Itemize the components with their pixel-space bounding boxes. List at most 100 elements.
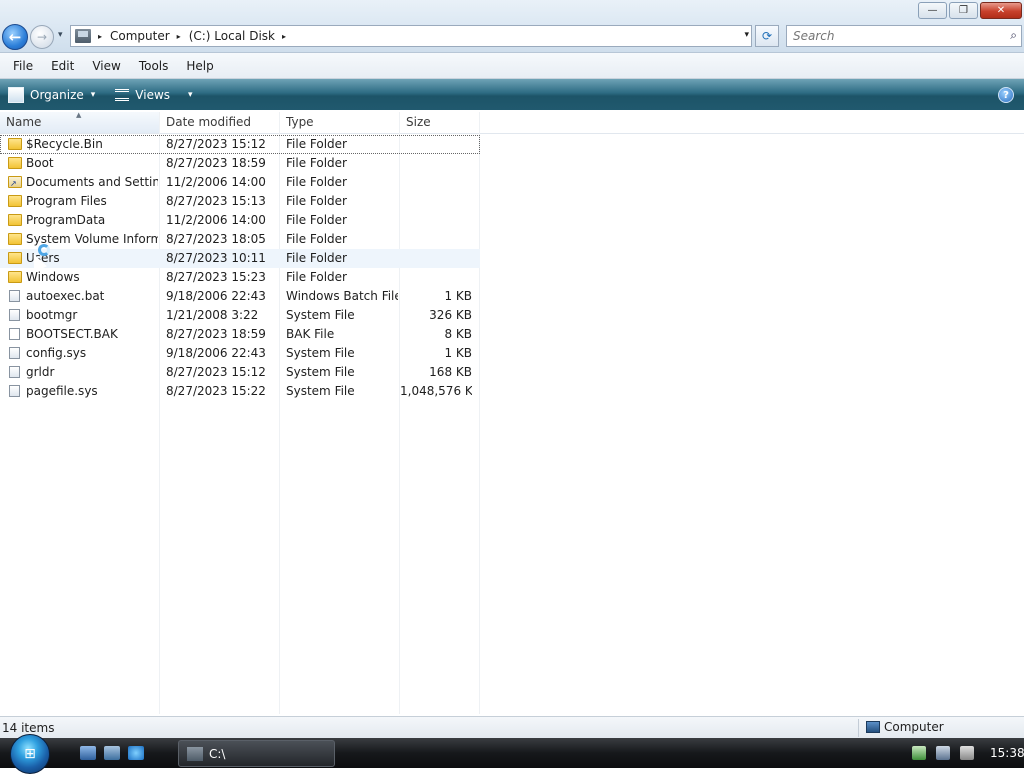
breadcrumb-local-disk[interactable]: (C:) Local Disk bbox=[189, 29, 275, 43]
file-row[interactable]: bootmgr 1/21/2008 3:22 System File 326 KB bbox=[0, 306, 480, 325]
command-bar: Organize ▾ Views ▾ ? bbox=[0, 79, 1024, 110]
system-file-icon bbox=[9, 347, 20, 359]
security-center-icon[interactable] bbox=[912, 746, 926, 760]
file-row[interactable]: Boot 8/27/2023 18:59 File Folder bbox=[0, 154, 480, 173]
file-type: File Folder bbox=[286, 137, 347, 151]
file-type: System File bbox=[286, 346, 355, 360]
search-input[interactable] bbox=[791, 26, 995, 46]
network-icon[interactable] bbox=[936, 746, 950, 760]
status-location: Computer bbox=[866, 720, 944, 734]
folder-shortcut-icon bbox=[8, 174, 22, 193]
menu-bar: File Edit View Tools Help bbox=[0, 53, 1024, 79]
file-size: 168 KB bbox=[429, 365, 472, 379]
file-date-modified: 8/27/2023 15:22 bbox=[166, 384, 266, 398]
chevron-down-icon: ▾ bbox=[90, 89, 96, 100]
file-row[interactable]: Program Files 8/27/2023 15:13 File Folder bbox=[0, 192, 480, 211]
column-header-name[interactable]: Name ▲ bbox=[0, 112, 159, 133]
address-dropdown-icon[interactable]: ▾ bbox=[744, 30, 749, 40]
search-icon[interactable]: ⌕ bbox=[1010, 28, 1017, 43]
folder-icon bbox=[8, 252, 22, 264]
file-type: System File bbox=[286, 384, 355, 398]
breadcrumb-separator[interactable]: ▸ bbox=[177, 32, 181, 41]
switch-windows-icon[interactable] bbox=[104, 746, 120, 760]
file-date-modified: 8/27/2023 15:13 bbox=[166, 194, 266, 208]
file-size: 1 KB bbox=[444, 346, 472, 360]
file-list: $Recycle.Bin 8/27/2023 15:12 File Folder Bo… bbox=[0, 135, 480, 401]
refresh-button[interactable]: ⟳ bbox=[755, 25, 779, 47]
help-button[interactable]: ? bbox=[998, 87, 1014, 103]
file-row[interactable]: Users 8/27/2023 10:11 File Folder bbox=[0, 249, 480, 268]
folder-icon bbox=[8, 195, 22, 207]
folder-icon bbox=[8, 271, 22, 283]
close-button[interactable]: ✕ bbox=[980, 2, 1022, 19]
breadcrumb-computer[interactable]: Computer bbox=[110, 29, 170, 43]
organize-button[interactable]: Organize ▾ bbox=[8, 86, 96, 103]
refresh-icon: ⟳ bbox=[761, 29, 773, 43]
column-header-date[interactable]: Date modified bbox=[160, 112, 279, 133]
breadcrumb-separator[interactable]: ▸ bbox=[282, 32, 286, 41]
file-date-modified: 8/27/2023 18:05 bbox=[166, 232, 266, 246]
column-header-type[interactable]: Type bbox=[280, 112, 399, 133]
show-desktop-icon[interactable] bbox=[80, 746, 96, 760]
maximize-button[interactable]: ❐ bbox=[949, 2, 978, 19]
sort-ascending-icon: ▲ bbox=[76, 111, 82, 119]
folder-icon bbox=[8, 233, 22, 245]
file-name: BOOTSECT.BAK bbox=[26, 327, 118, 341]
file-name: config.sys bbox=[26, 346, 87, 360]
taskbar-window-explorer[interactable]: C:\ bbox=[178, 740, 335, 767]
file-name: autoexec.bat bbox=[26, 289, 105, 303]
menu-view[interactable]: View bbox=[87, 57, 125, 75]
address-bar[interactable]: ▸ Computer ▸ (C:) Local Disk ▸ ▾ bbox=[70, 25, 752, 47]
item-count: 14 items bbox=[2, 721, 55, 735]
file-type: System File bbox=[286, 365, 355, 379]
file-type: BAK File bbox=[286, 327, 335, 341]
file-icon bbox=[9, 328, 20, 340]
file-row[interactable]: System Volume Inform...8/27/2023 18:05Fi… bbox=[0, 230, 480, 249]
file-row[interactable]: Windows 8/27/2023 15:23 File Folder bbox=[0, 268, 480, 287]
clock[interactable]: 15:38 bbox=[990, 746, 1024, 760]
file-name: Documents and Settings bbox=[26, 175, 158, 189]
views-button[interactable]: Views ▾ bbox=[115, 88, 193, 102]
file-row[interactable]: grldr 8/27/2023 15:12 System File 168 KB bbox=[0, 363, 480, 382]
start-button[interactable]: ⊞ bbox=[10, 734, 50, 774]
menu-edit[interactable]: Edit bbox=[46, 57, 79, 75]
file-type: File Folder bbox=[286, 251, 347, 265]
chevron-down-icon[interactable]: ▾ bbox=[188, 90, 193, 100]
file-date-modified: 11/2/2006 14:00 bbox=[166, 175, 266, 189]
file-row[interactable]: Documents and Settings 11/2/2006 14:00 Fil… bbox=[0, 173, 480, 193]
file-row[interactable]: ProgramData 11/2/2006 14:00 File Folder bbox=[0, 211, 480, 230]
minimize-button[interactable]: — bbox=[918, 2, 947, 19]
file-date-modified: 8/27/2023 15:12 bbox=[166, 365, 266, 379]
file-date-modified: 8/27/2023 10:11 bbox=[166, 251, 266, 265]
file-name: Program Files bbox=[26, 194, 107, 208]
file-row[interactable]: autoexec.bat 9/18/2006 22:43 Windows Batch… bbox=[0, 287, 480, 306]
status-location-label: Computer bbox=[884, 720, 944, 734]
volume-muted-icon[interactable] bbox=[960, 746, 974, 760]
file-row[interactable]: $Recycle.Bin 8/27/2023 15:12 File Folder bbox=[0, 135, 480, 154]
system-tray: 15:38 bbox=[912, 738, 1024, 768]
file-date-modified: 8/27/2023 18:59 bbox=[166, 327, 266, 341]
file-date-modified: 8/27/2023 15:23 bbox=[166, 270, 266, 284]
column-header-size[interactable]: Size bbox=[400, 112, 479, 133]
back-button[interactable]: ← bbox=[2, 24, 28, 50]
search-box[interactable]: ⌕ bbox=[786, 25, 1022, 47]
file-row[interactable]: pagefile.sys 8/27/2023 15:22 System File 1,… bbox=[0, 382, 480, 401]
internet-explorer-icon[interactable] bbox=[128, 746, 144, 760]
menu-file[interactable]: File bbox=[8, 57, 38, 75]
file-row[interactable]: BOOTSECT.BAK 8/27/2023 18:59 BAK File 8 KB bbox=[0, 325, 480, 344]
menu-help[interactable]: Help bbox=[181, 57, 218, 75]
breadcrumb-separator[interactable]: ▸ bbox=[98, 32, 102, 41]
column-header-row: Name ▲ Date modified Type Size bbox=[0, 112, 1024, 134]
window-titlebar: — ❐ ✕ ← → ▾ ▸ Computer ▸ (C:) Local Disk… bbox=[0, 0, 1024, 53]
status-divider bbox=[858, 719, 859, 737]
recent-pages-dropdown[interactable]: ▾ bbox=[58, 30, 63, 40]
forward-button[interactable]: → bbox=[30, 25, 54, 49]
windows-logo-icon: ⊞ bbox=[24, 746, 36, 762]
file-row[interactable]: config.sys 9/18/2006 22:43 System File 1 KB bbox=[0, 344, 480, 363]
file-date-modified: 9/18/2006 22:43 bbox=[166, 289, 266, 303]
column-name-label: Name bbox=[6, 115, 42, 129]
file-name: $Recycle.Bin bbox=[26, 137, 103, 151]
file-name: Windows bbox=[26, 270, 80, 284]
menu-tools[interactable]: Tools bbox=[134, 57, 174, 75]
file-size: 8 KB bbox=[444, 327, 472, 341]
